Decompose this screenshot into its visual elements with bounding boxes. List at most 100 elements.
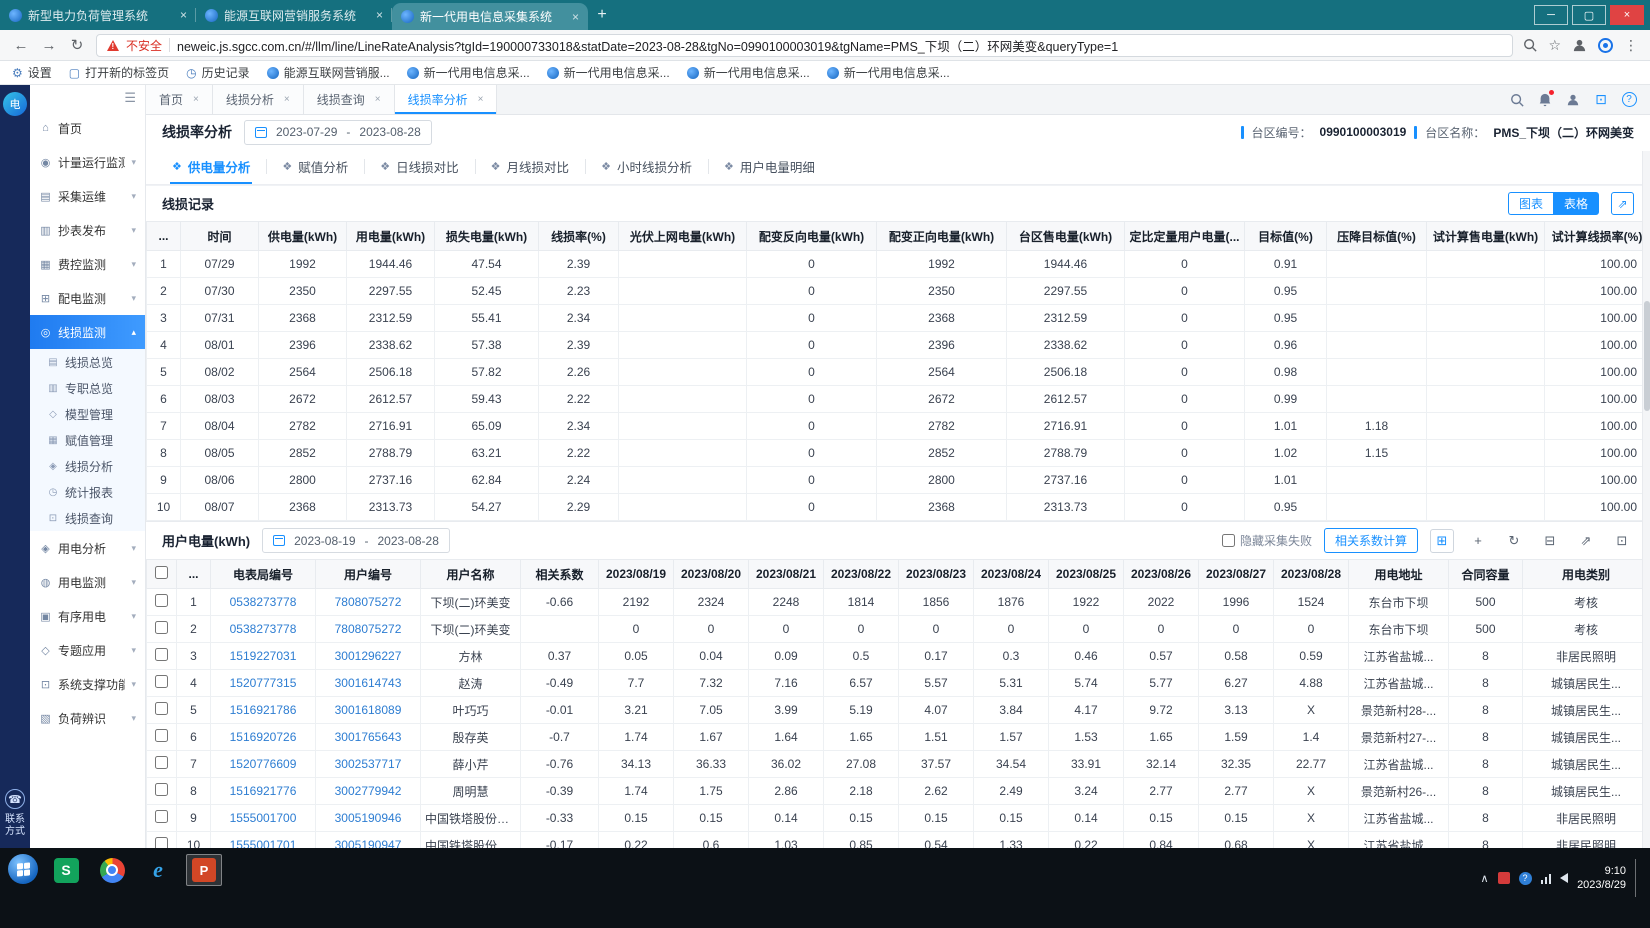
cell-link[interactable]: 3001765643 <box>335 730 402 744</box>
close-icon[interactable]: × <box>180 8 187 22</box>
cell-link[interactable]: 3001614743 <box>335 676 402 690</box>
column-header[interactable]: 时间 <box>181 222 259 251</box>
date-start[interactable]: 2023-07-29 <box>276 125 337 139</box>
close-icon[interactable]: × <box>572 10 579 24</box>
sidebar-item-5[interactable]: ▦费控监测▾ <box>30 247 145 281</box>
column-header[interactable]: 2023/08/27 <box>1199 560 1274 589</box>
sidebar-item-4[interactable]: ▥抄表发布▾ <box>30 213 145 247</box>
add-icon[interactable]: + <box>1466 529 1490 553</box>
cell-link[interactable]: 3001296227 <box>335 649 402 663</box>
column-header[interactable]: 2023/08/26 <box>1124 560 1199 589</box>
tray-app-icon-red[interactable] <box>1498 872 1510 884</box>
save-icon[interactable]: ⊟ <box>1538 529 1562 553</box>
column-header[interactable]: 2023/08/19 <box>599 560 674 589</box>
sidebar-subitem-5[interactable]: ◈线损分析 <box>30 453 145 479</box>
cell-link[interactable]: 7808075272 <box>335 595 402 609</box>
row-checkbox[interactable] <box>155 729 168 742</box>
chart-view-button[interactable]: 图表 <box>1508 192 1553 215</box>
date-end[interactable]: 2023-08-28 <box>378 534 439 548</box>
analysis-tab-1[interactable]: ❖供电量分析 <box>156 149 266 184</box>
row-checkbox[interactable] <box>155 702 168 715</box>
correlation-calc-button[interactable]: 相关系数计算 <box>1324 528 1418 553</box>
grid-icon[interactable]: ⊞ <box>1430 529 1454 553</box>
reload-icon[interactable]: ↻ <box>68 36 86 54</box>
column-header[interactable]: 2023/08/28 <box>1274 560 1349 589</box>
export-icon[interactable]: ⇗ <box>1611 192 1634 215</box>
browser-menu-icon[interactable]: ⋮ <box>1624 37 1638 54</box>
row-checkbox[interactable] <box>155 594 168 607</box>
row-checkbox[interactable] <box>155 810 168 823</box>
column-header[interactable]: 2023/08/23 <box>899 560 974 589</box>
volume-icon[interactable] <box>1560 873 1568 883</box>
sidebar-item-12[interactable]: ⊡系统支撑功能▾ <box>30 667 145 701</box>
browser-tab-3-active[interactable]: 新一代用电信息采集系统 × <box>392 3 588 30</box>
app-tab-2[interactable]: 线损分析× <box>213 85 304 114</box>
column-header[interactable]: 供电量(kWh) <box>259 222 347 251</box>
cell-link[interactable]: 3005190947 <box>335 838 402 848</box>
tray-help-icon[interactable]: ? <box>1519 872 1532 885</box>
column-header[interactable]: 台区售电量(kWh) <box>1007 222 1125 251</box>
show-desktop-button[interactable] <box>1635 859 1642 897</box>
analysis-tab-6[interactable]: ❖用户电量明细 <box>708 149 831 184</box>
column-header[interactable]: 2023/08/22 <box>824 560 899 589</box>
date-range-picker[interactable]: 2023-07-29 - 2023-08-28 <box>244 120 432 145</box>
cell-link[interactable]: 1555001700 <box>230 811 297 825</box>
column-header[interactable]: 光伏上网电量(kWh) <box>619 222 747 251</box>
column-header[interactable]: 合同容量 <box>1449 560 1523 589</box>
browser-tab-1[interactable]: 新型电力负荷管理系统 × <box>0 0 196 30</box>
column-header[interactable]: 试计算售电量(kWh) <box>1427 222 1545 251</box>
date-start[interactable]: 2023-08-19 <box>294 534 355 548</box>
analysis-tab-5[interactable]: ❖小时线损分析 <box>585 149 708 184</box>
hide-failed-checkbox-group[interactable]: 隐藏采集失败 <box>1222 532 1312 549</box>
cell-link[interactable]: 0538273778 <box>230 595 297 609</box>
date-end[interactable]: 2023-08-28 <box>359 125 420 139</box>
bookmark-settings[interactable]: ⚙设置 <box>12 64 52 81</box>
sidebar-item-1[interactable]: ⌂首页 <box>30 111 145 145</box>
hide-failed-checkbox[interactable] <box>1222 534 1235 547</box>
back-icon[interactable]: ← <box>12 37 30 54</box>
row-checkbox[interactable] <box>155 783 168 796</box>
bookmark-star-icon[interactable]: ☆ <box>1548 37 1561 54</box>
user-power-date-picker[interactable]: 2023-08-19 - 2023-08-28 <box>262 528 450 553</box>
contact-block[interactable]: ☎ 联系方式 <box>4 789 26 838</box>
analysis-tab-4[interactable]: ❖月线损对比 <box>475 149 585 184</box>
column-header[interactable]: 用户编号 <box>316 560 421 589</box>
checkbox-column-header[interactable] <box>147 560 177 589</box>
app-tab-1[interactable]: 首页× <box>146 85 213 114</box>
row-checkbox[interactable] <box>155 756 168 769</box>
insecure-label[interactable]: 不安全 <box>126 37 162 54</box>
sidebar-item-11[interactable]: ◇专题应用▾ <box>30 633 145 667</box>
app-tab-4[interactable]: 线损率分析× <box>395 85 498 114</box>
row-checkbox[interactable] <box>155 675 168 688</box>
column-header[interactable]: 配变反向电量(kWh) <box>747 222 877 251</box>
url-box[interactable]: ! 不安全 neweic.js.sgcc.com.cn/#/llm/line/L… <box>96 34 1513 57</box>
close-icon[interactable]: × <box>478 94 484 105</box>
close-icon[interactable]: × <box>376 8 383 22</box>
cell-link[interactable]: 1555001701 <box>230 838 297 848</box>
column-header[interactable]: 2023/08/20 <box>674 560 749 589</box>
cell-link[interactable]: 0538273778 <box>230 622 297 636</box>
cell-link[interactable]: 7808075272 <box>335 622 402 636</box>
collapse-sidebar-icon[interactable]: ☰ <box>124 90 136 106</box>
column-header[interactable]: 相关系数 <box>521 560 599 589</box>
fullscreen-icon[interactable]: ⊡ <box>1590 89 1612 111</box>
sidebar-item-3[interactable]: ▤采集运维▾ <box>30 179 145 213</box>
sidebar-item-9[interactable]: ◍用电监测▾ <box>30 565 145 599</box>
sidebar-item-7[interactable]: ◎线损监测▴ <box>30 315 145 349</box>
column-header[interactable]: 用户名称 <box>421 560 521 589</box>
sidebar-item-8[interactable]: ◈用电分析▾ <box>30 531 145 565</box>
network-icon[interactable] <box>1541 872 1552 884</box>
bookmark-site-2[interactable]: 新一代用电信息采... <box>407 64 530 81</box>
sidebar-subitem-1[interactable]: ▤线损总览 <box>30 349 145 375</box>
sidebar-item-10[interactable]: ▣有序用电▾ <box>30 599 145 633</box>
search-icon[interactable] <box>1506 89 1528 111</box>
column-header[interactable]: 目标值(%) <box>1245 222 1327 251</box>
row-checkbox[interactable] <box>155 837 168 848</box>
cell-link[interactable]: 3002537717 <box>335 757 402 771</box>
bookmark-site-4[interactable]: 新一代用电信息采... <box>687 64 810 81</box>
hidden-icons-chevron[interactable]: ∧ <box>1481 872 1489 885</box>
taskbar-clock[interactable]: 9:10 2023/8/29 <box>1577 864 1626 892</box>
sidebar-subitem-6[interactable]: ◷统计报表 <box>30 479 145 505</box>
sidebar-subitem-4[interactable]: ▦赋值管理 <box>30 427 145 453</box>
browser-extension-icon[interactable] <box>1598 38 1613 53</box>
